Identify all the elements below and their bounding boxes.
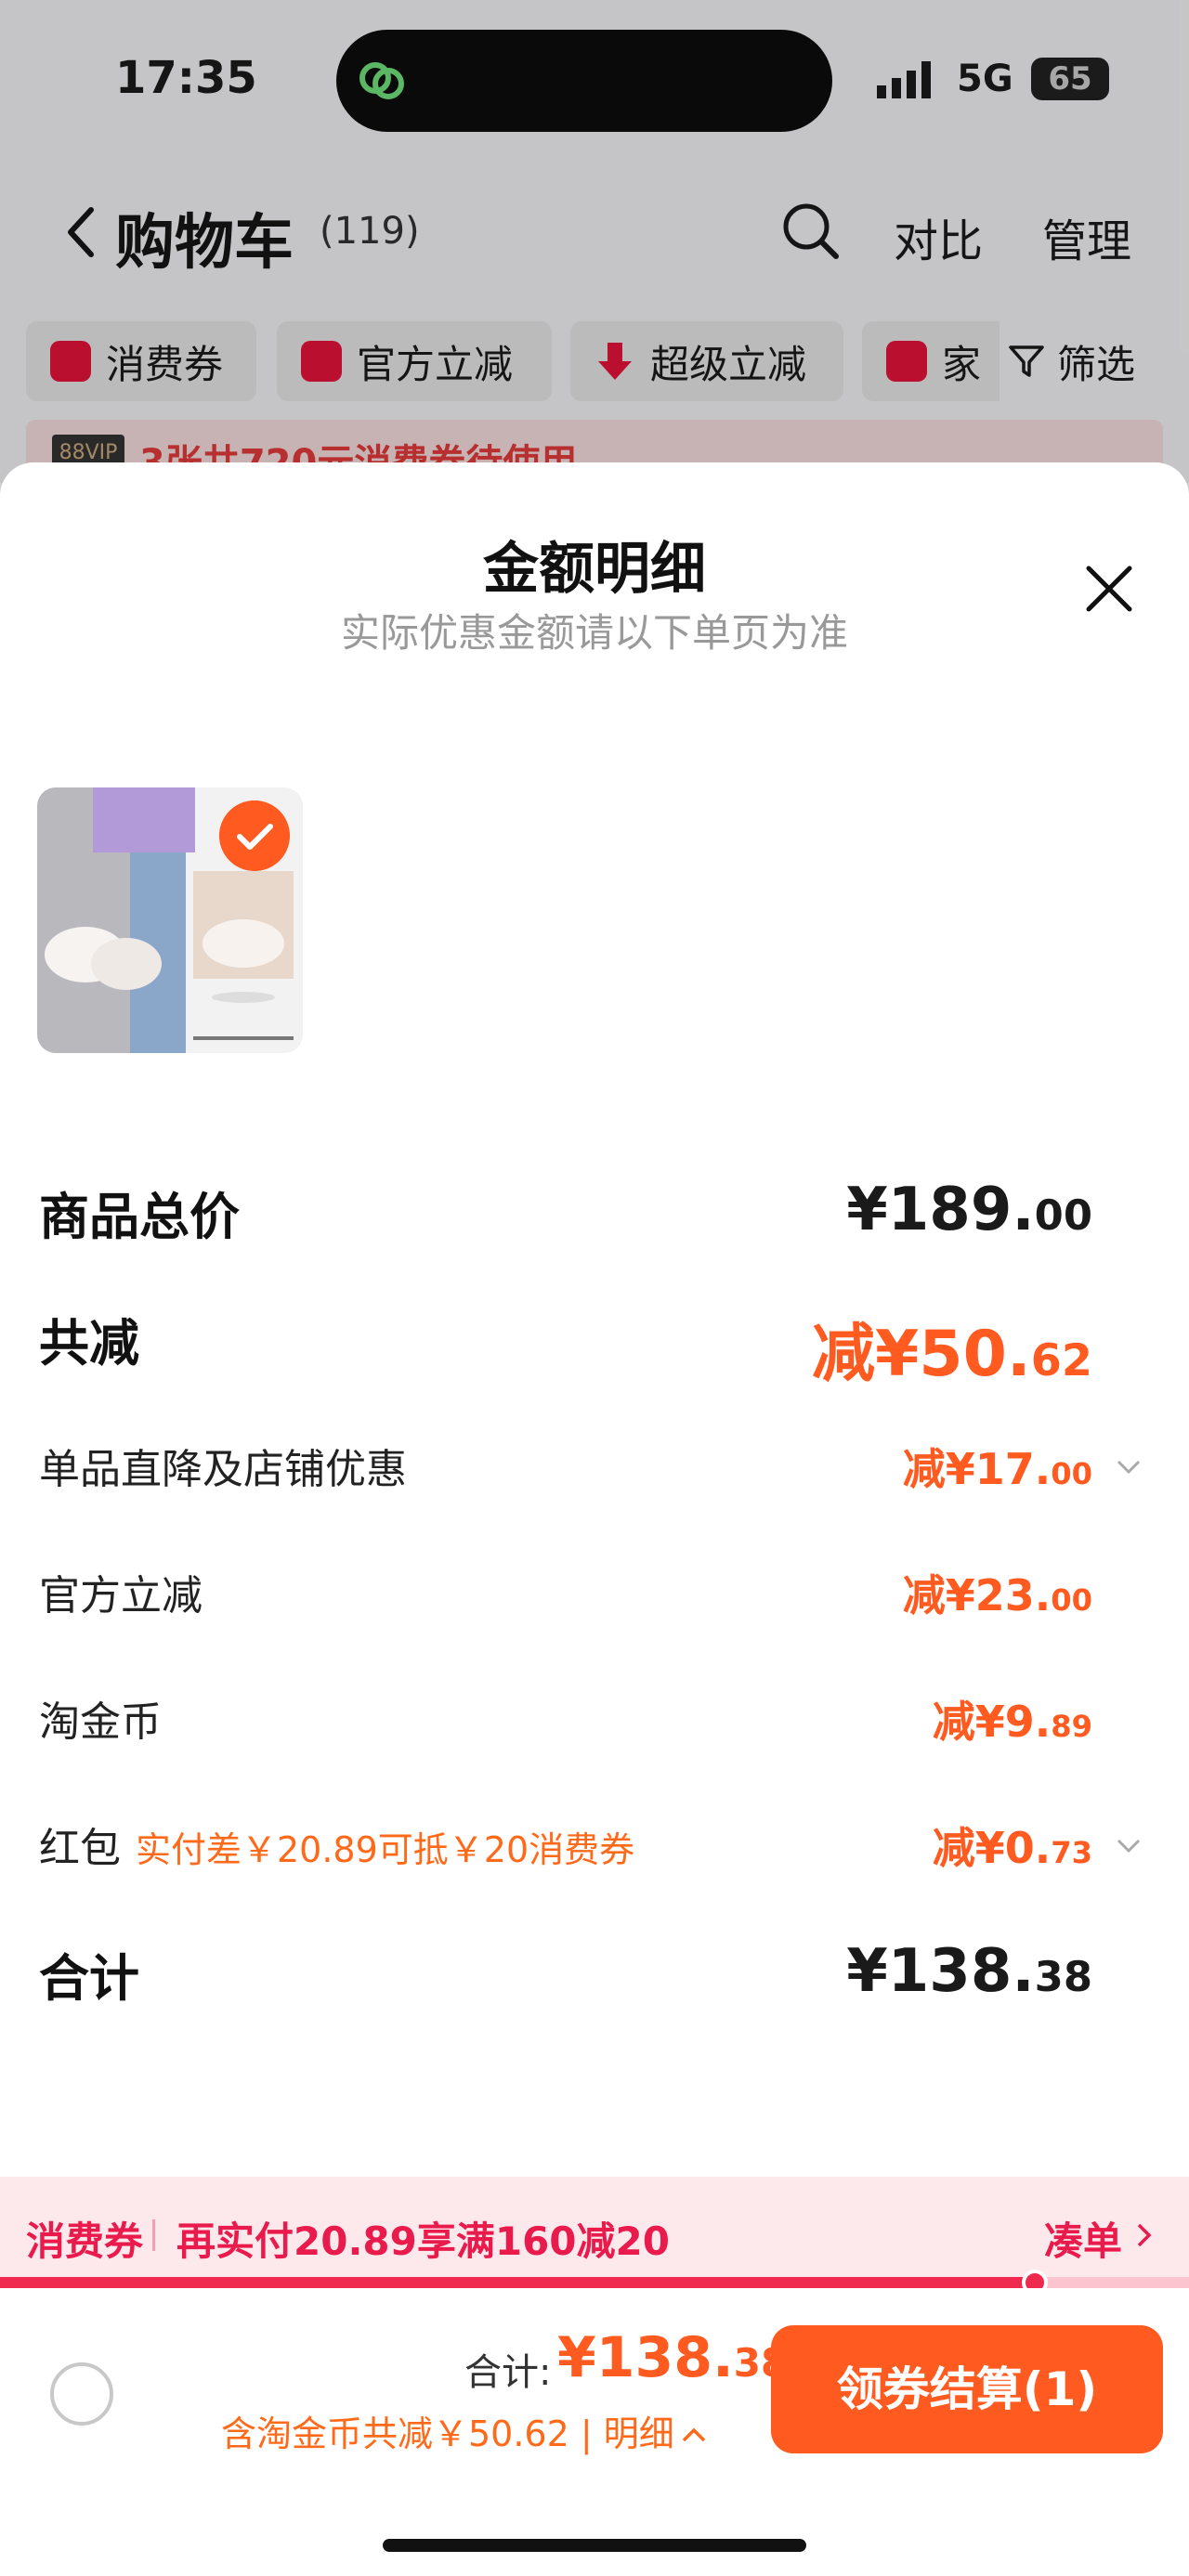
total-label: 合计: bbox=[464, 2351, 552, 2394]
row-value: 减¥50.62 bbox=[811, 1318, 1092, 1391]
row-taojinbi: 淘金币 减¥9.89 bbox=[39, 1688, 1150, 1763]
row-label: 单品直降及店铺优惠 bbox=[39, 1446, 407, 1493]
row-value: 减¥0.73 bbox=[932, 1823, 1092, 1873]
row-value: 减¥17.00 bbox=[902, 1444, 1092, 1494]
coupon-label: 消费券 bbox=[26, 2218, 144, 2264]
chevron-up-icon bbox=[682, 2427, 705, 2442]
chevron-down-icon[interactable] bbox=[1115, 1456, 1143, 1478]
total-value: ¥138.38 bbox=[557, 2325, 789, 2390]
checkout-button[interactable]: 领券结算(1) bbox=[771, 2325, 1163, 2453]
row-label: 红包 实付差￥20.89可抵￥20消费券 bbox=[39, 1825, 635, 1872]
sheet-title: 金额明细 bbox=[483, 537, 706, 602]
coupon-text: 再实付20.89享满160减20 bbox=[176, 2218, 670, 2264]
chevron-right-icon[interactable] bbox=[1135, 2221, 1154, 2249]
row-value: ¥138.38 bbox=[846, 1937, 1092, 2006]
close-icon[interactable] bbox=[1076, 555, 1143, 622]
select-all-radio[interactable] bbox=[50, 2362, 113, 2426]
row-label: 共减 bbox=[39, 1314, 139, 1373]
row-value: 减¥23.00 bbox=[902, 1570, 1092, 1620]
row-grand-total: 合计 ¥138.38 bbox=[39, 1937, 1150, 2011]
red-packet-note: 实付差￥20.89可抵￥20消费券 bbox=[136, 1829, 635, 1870]
sheet-subtitle: 实际优惠金额请以下单页为准 bbox=[340, 610, 848, 656]
coupon-progress-bar[interactable]: 消费券 再实付20.89享满160减20 凑单 bbox=[0, 2177, 1189, 2288]
chevron-down-icon[interactable] bbox=[1115, 1835, 1143, 1857]
checked-icon[interactable] bbox=[219, 800, 290, 871]
row-subtotal: 商品总价 ¥189.00 bbox=[39, 1176, 1150, 1250]
row-label: 淘金币 bbox=[39, 1698, 162, 1746]
row-total-discount: 共减 减¥50.62 bbox=[39, 1302, 1150, 1391]
row-store-discount[interactable]: 单品直降及店铺优惠 减¥17.00 bbox=[39, 1436, 1150, 1510]
progress-fill bbox=[0, 2277, 1035, 2288]
row-label: 商品总价 bbox=[39, 1188, 240, 1246]
home-indicator bbox=[383, 2539, 806, 2552]
row-label: 官方立减 bbox=[39, 1572, 203, 1620]
add-items-button[interactable]: 凑单 bbox=[1044, 2210, 1122, 2267]
discount-detail-link[interactable]: 含淘金币共减￥50.62 | 明细 bbox=[221, 2405, 708, 2456]
checkout-bar: 合计: ¥138.38 含淘金币共减￥50.62 | 明细 领券结算(1) bbox=[0, 2288, 1189, 2576]
row-official-discount: 官方立减 减¥23.00 bbox=[39, 1562, 1150, 1636]
row-label: 合计 bbox=[39, 1949, 139, 2008]
divider bbox=[152, 2219, 155, 2251]
row-red-packet[interactable]: 红包 实付差￥20.89可抵￥20消费券 减¥0.73 bbox=[39, 1815, 1150, 1889]
row-value: ¥189.00 bbox=[846, 1176, 1092, 1244]
row-value: 减¥9.89 bbox=[932, 1697, 1092, 1747]
